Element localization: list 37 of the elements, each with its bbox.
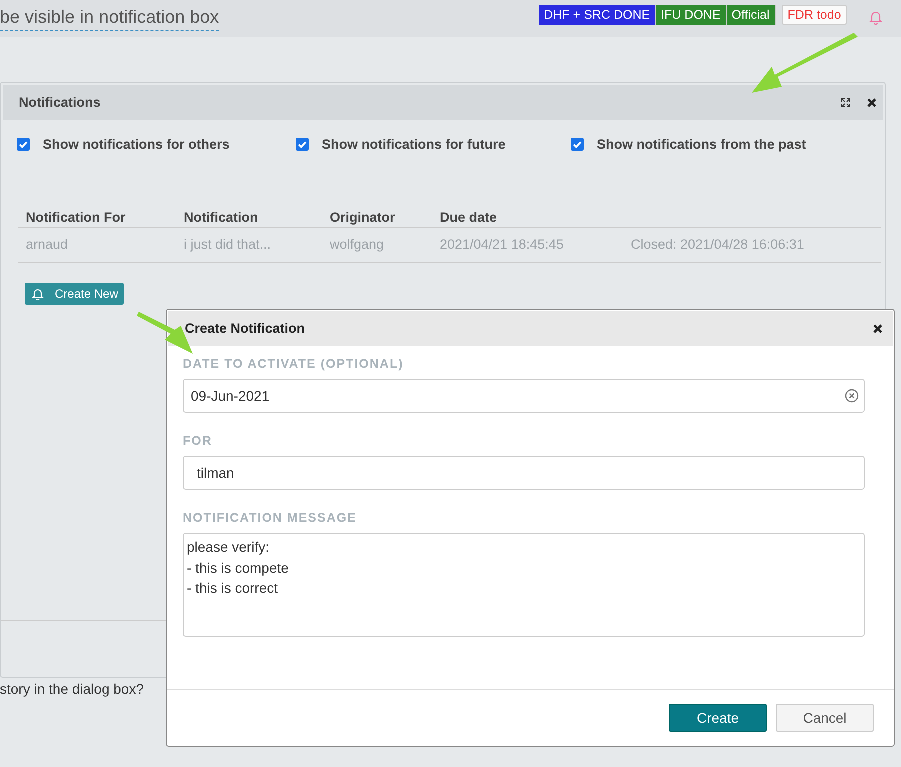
column-header: Due date [432,206,623,228]
create-button[interactable]: Create [669,704,767,732]
clear-icon[interactable] [845,389,859,403]
close-icon[interactable] [873,324,883,334]
table-cell: Closed: 2021/04/28 16:06:31 [623,228,881,262]
field-label: FOR [183,434,214,448]
status-badge: IFU DONE [656,5,727,25]
cancel-button[interactable]: Cancel [776,704,874,732]
panel-title: Notifications [19,95,102,110]
dialog-title: Create Notification [185,321,306,336]
column-header: Notification [176,206,322,228]
expand-icon[interactable] [841,98,851,108]
checkbox-label: Show notifications for future [322,137,506,152]
checkbox-label: Show notifications from the past [597,137,806,152]
checkbox[interactable] [17,138,30,151]
status-badge: DHF + SRC DONE [539,5,656,25]
message-field[interactable]: please verify: - this is compete - this is correct [183,533,865,637]
background-text: story in the dialog box? [0,681,145,697]
todo-badge: FDR todo [782,5,848,25]
date-field[interactable]: 09-Jun-2021 [183,379,865,413]
page-title: be visible in notification box [0,7,220,31]
column-header: Notification For [18,206,176,228]
checkbox-label: Show notifications for others [43,137,230,152]
checkbox[interactable] [296,138,309,151]
column-header: Originator [322,206,432,228]
status-badge: Official [726,5,776,25]
bell-icon [32,288,44,300]
field-label: NOTIFICATION MESSAGE [183,511,358,525]
table-cell: arnaud [18,228,176,262]
table-cell: 2021/04/21 18:45:45 [432,228,623,262]
close-icon[interactable] [867,98,877,108]
create-new-button[interactable]: Create New [25,283,124,305]
field-label: DATE TO ACTIVATE (OPTIONAL) [183,357,405,371]
table-cell: wolfgang [322,228,432,262]
table-cell: i just did that... [176,228,322,262]
input-field[interactable]: tilman [183,456,865,490]
checkbox[interactable] [571,138,584,151]
